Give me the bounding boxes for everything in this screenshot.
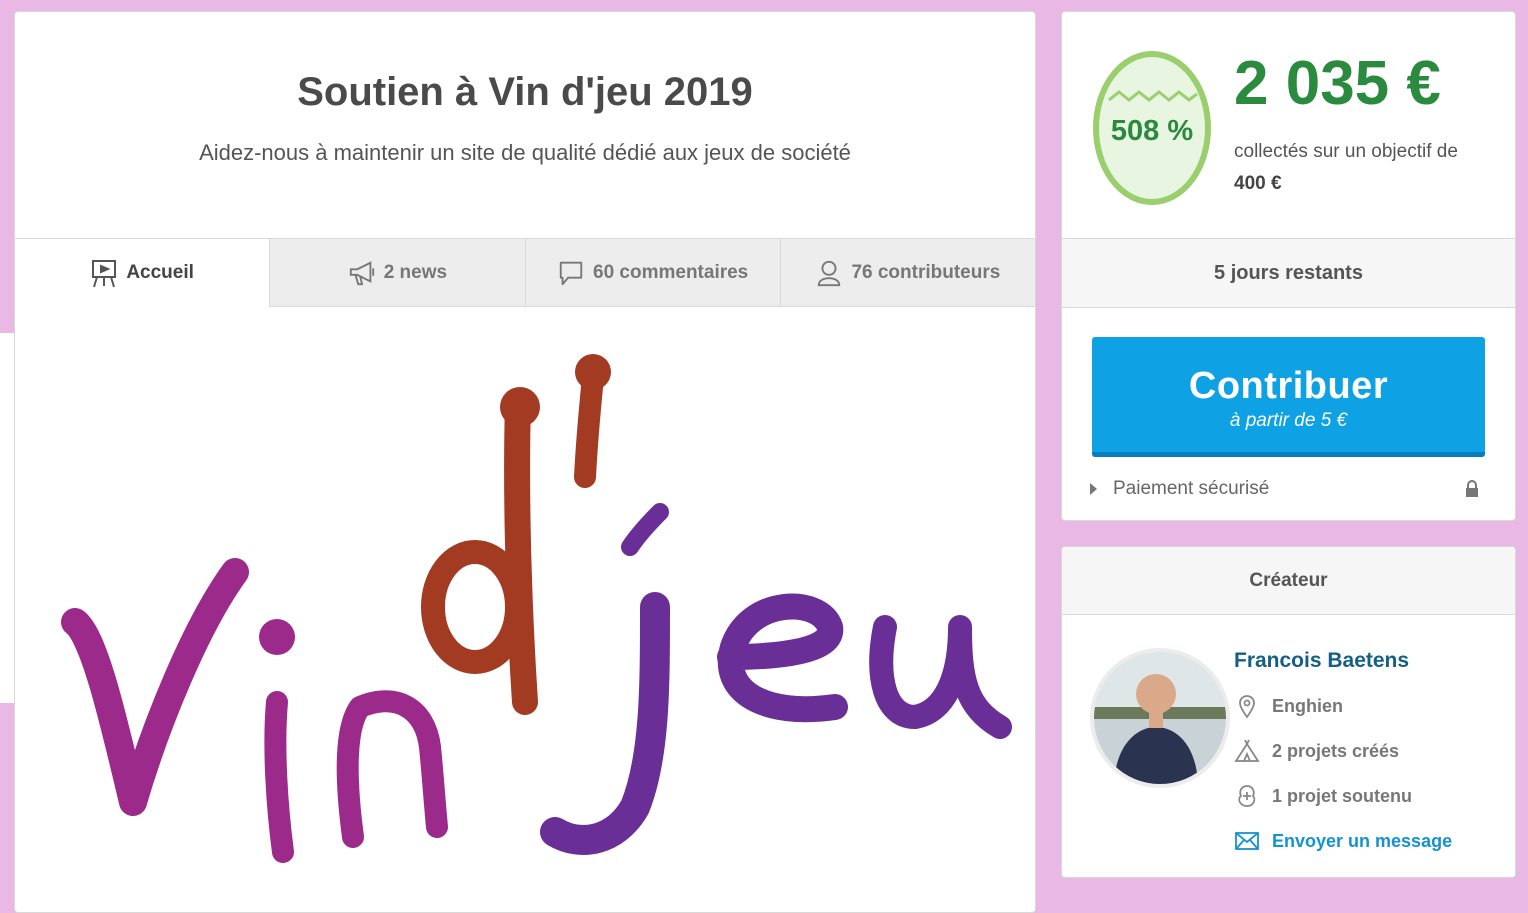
contribute-button[interactable]: Contribuer à partir de 5 € bbox=[1092, 337, 1485, 457]
lock-icon bbox=[1466, 480, 1478, 497]
tab-label: 76 contributeurs bbox=[851, 261, 1001, 283]
tab-news[interactable]: 2 news bbox=[269, 239, 525, 307]
creator-projects-supported: 1 projet soutenu bbox=[1234, 781, 1412, 811]
funding-goal: 400 € bbox=[1234, 173, 1282, 194]
tent-icon bbox=[1234, 739, 1260, 762]
easel-icon bbox=[92, 260, 117, 288]
speech-bubble-icon bbox=[559, 261, 583, 285]
collected-text: collectés sur un objectif de bbox=[1234, 141, 1458, 162]
background-strip bbox=[0, 333, 15, 703]
project-title: Soutien à Vin d'jeu 2019 bbox=[297, 70, 753, 114]
person-icon bbox=[818, 260, 841, 286]
tab-comments[interactable]: 60 commentaires bbox=[524, 239, 780, 307]
avatar-photo bbox=[1094, 652, 1226, 784]
location-pin-icon bbox=[1239, 695, 1255, 719]
tab-contributors[interactable]: 76 contributeurs bbox=[779, 239, 1035, 307]
send-message-link[interactable]: Envoyer un message bbox=[1234, 826, 1452, 856]
project-card: Soutien à Vin d'jeu 2019 Aidez-nous à ma… bbox=[14, 11, 1036, 913]
funding-amount: 2 035 € bbox=[1234, 49, 1441, 118]
days-remaining: 5 jours restants bbox=[1062, 238, 1515, 308]
contribute-label: Contribuer bbox=[1188, 365, 1389, 407]
funding-card: 508 % 2 035 € collectés sur un objectif … bbox=[1061, 11, 1516, 521]
tab-label: 2 news bbox=[383, 261, 448, 283]
envelope-icon bbox=[1235, 832, 1259, 850]
caret-right-icon bbox=[1090, 483, 1097, 495]
vin-djeu-logo-image bbox=[61, 354, 1012, 863]
secure-payment-label: Paiement sécurisé bbox=[1113, 478, 1270, 499]
project-logo bbox=[15, 307, 1035, 912]
project-subtitle: Aidez-nous à maintenir un site de qualit… bbox=[199, 140, 851, 165]
supported-project-icon bbox=[1238, 785, 1256, 807]
tab-accueil[interactable]: Accueil bbox=[15, 239, 270, 307]
contribute-sublabel: à partir de 5 € bbox=[1229, 410, 1348, 431]
tab-label: 60 commentaires bbox=[593, 261, 749, 283]
creator-projects-created: 2 projets créés bbox=[1234, 736, 1399, 766]
megaphone-icon bbox=[349, 260, 374, 285]
tab-label: Accueil bbox=[126, 262, 194, 283]
funding-percent: 508 % bbox=[1110, 115, 1194, 147]
secure-payment-toggle[interactable]: Paiement sécurisé bbox=[1090, 476, 1480, 502]
avatar[interactable] bbox=[1090, 648, 1230, 788]
creator-location: Enghien bbox=[1234, 691, 1343, 721]
creator-name[interactable]: Francois Baetens bbox=[1234, 649, 1409, 673]
project-tabs: Accueil 2 news 60 commentaires 76 contri… bbox=[15, 238, 1035, 307]
creator-heading: Créateur bbox=[1062, 547, 1515, 615]
creator-card: Créateur Francois Baetens Enghien 2 proj… bbox=[1061, 546, 1516, 878]
funding-collected: collectés sur un objectif de 400 € bbox=[1234, 136, 1494, 200]
